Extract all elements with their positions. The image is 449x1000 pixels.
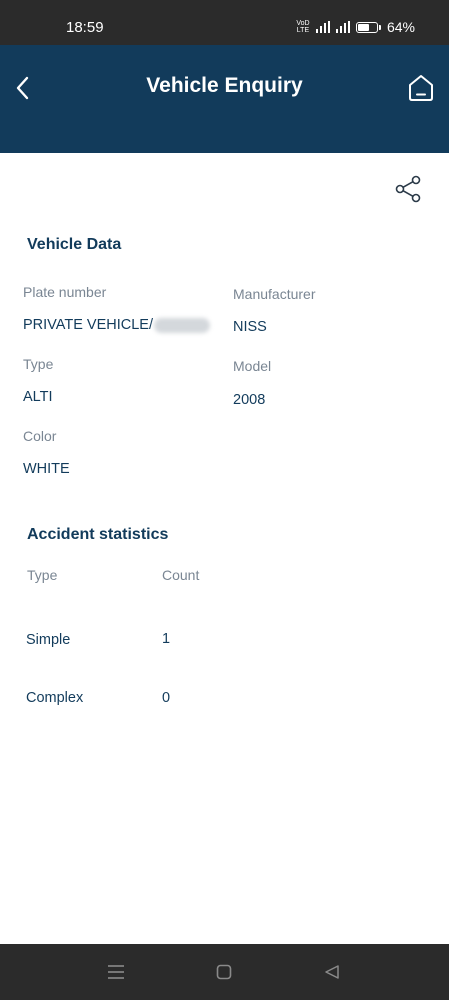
menu-icon bbox=[108, 965, 124, 979]
status-time: 18:59 bbox=[66, 19, 104, 36]
system-back-button[interactable] bbox=[321, 961, 343, 983]
row-count: 0 bbox=[162, 690, 171, 706]
model-label: Model bbox=[233, 358, 272, 374]
color-value: WHITE bbox=[23, 461, 70, 477]
row-count: 1 bbox=[162, 631, 171, 647]
battery-icon bbox=[355, 21, 381, 33]
home-icon bbox=[409, 75, 433, 101]
row-type: Simple bbox=[26, 632, 71, 648]
share-icon bbox=[395, 175, 421, 203]
plate-number-value: PRIVATE VEHICLE/ bbox=[23, 317, 210, 333]
type-value: ALTI bbox=[23, 389, 53, 405]
5g-signal-icon bbox=[315, 21, 330, 33]
recent-apps-button[interactable] bbox=[105, 961, 127, 983]
row-type: Complex bbox=[26, 690, 84, 706]
model-value: 2008 bbox=[233, 392, 266, 408]
share-button[interactable] bbox=[392, 173, 424, 205]
page-title: Vehicle Enquiry bbox=[146, 74, 303, 97]
home-square-icon bbox=[216, 964, 232, 980]
vehicle-data-title: Vehicle Data bbox=[27, 236, 122, 253]
home-button[interactable] bbox=[404, 71, 438, 105]
redacted-plate bbox=[154, 317, 210, 333]
network-tag: VoD LTE bbox=[296, 20, 310, 34]
type-label: Type bbox=[23, 356, 54, 372]
accident-statistics-title: Accident statistics bbox=[27, 526, 169, 543]
column-header-count: Count bbox=[162, 567, 200, 583]
signal-icon bbox=[335, 21, 350, 33]
app-header: Vehicle Enquiry bbox=[0, 45, 449, 153]
column-header-type: Type bbox=[27, 567, 58, 583]
system-nav-bar bbox=[0, 944, 449, 1000]
battery-percent: 64% bbox=[386, 19, 415, 35]
manufacturer-label: Manufacturer bbox=[233, 286, 316, 302]
back-triangle-icon bbox=[325, 965, 339, 979]
system-home-button[interactable] bbox=[213, 961, 235, 983]
manufacturer-value: NISS bbox=[233, 319, 267, 335]
status-bar: 18:59 VoD LTE 64% bbox=[0, 0, 449, 45]
status-indicators: VoD LTE 64% bbox=[296, 19, 415, 35]
color-label: Color bbox=[23, 428, 57, 444]
plate-number-label: Plate number bbox=[23, 284, 107, 300]
